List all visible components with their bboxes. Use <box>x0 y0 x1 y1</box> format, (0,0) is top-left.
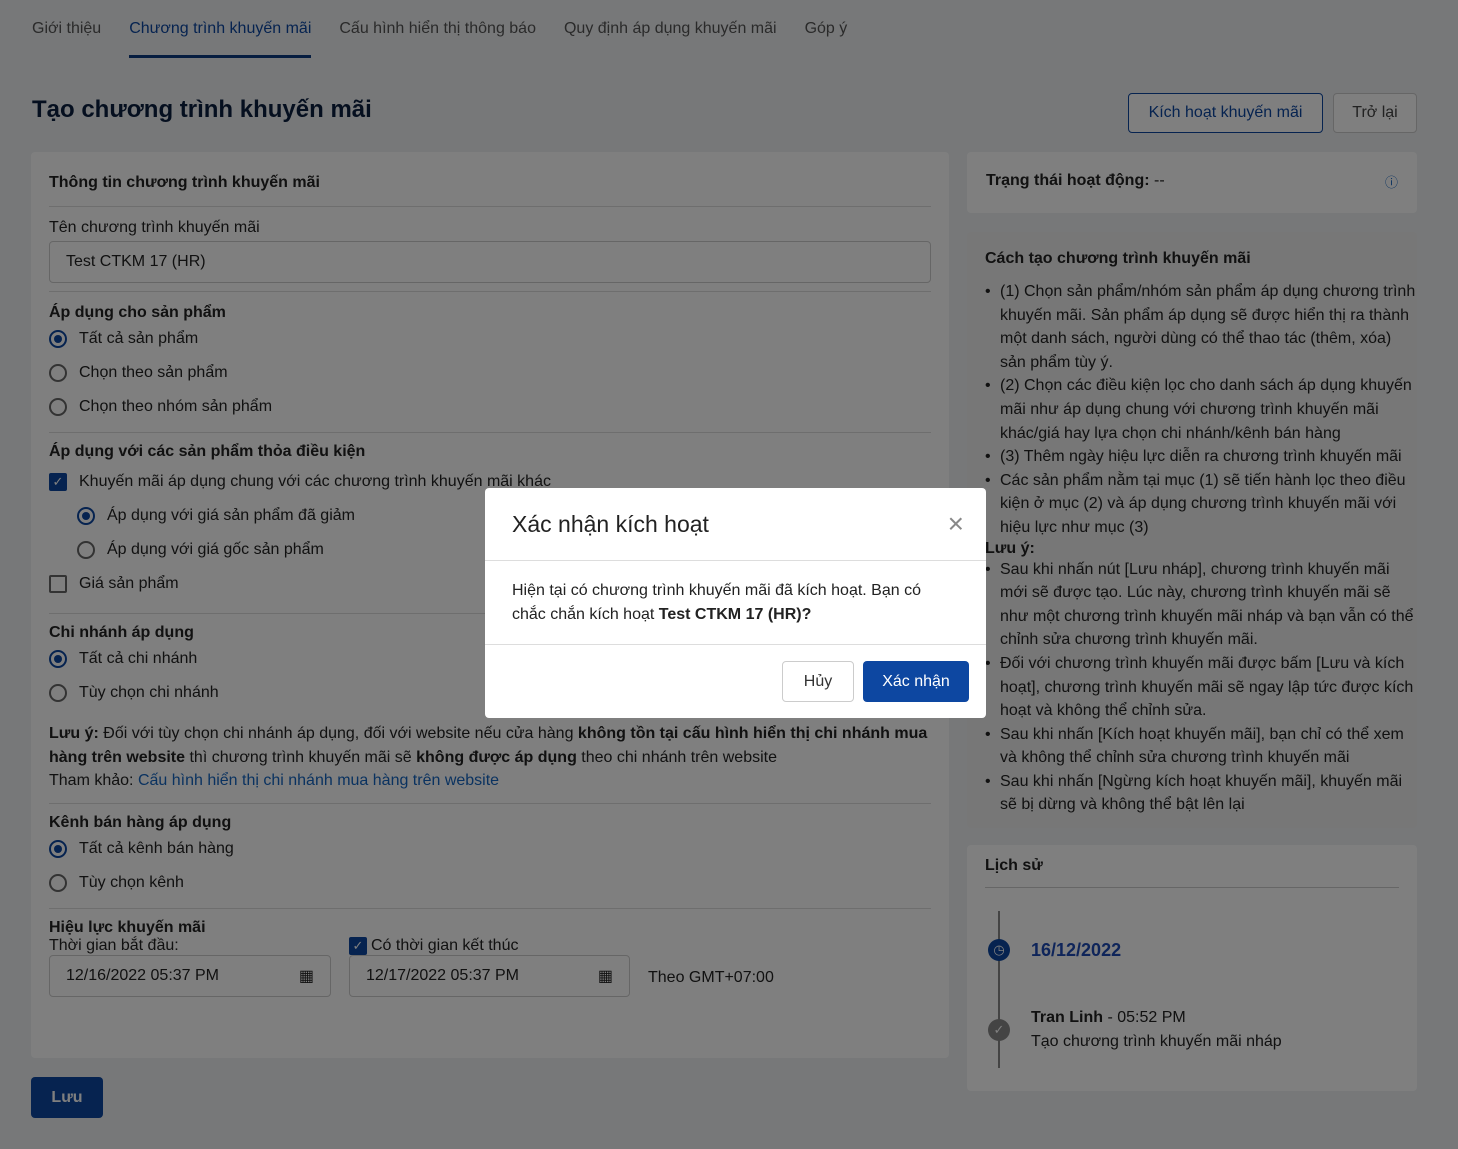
modal-title: Xác nhận kích hoạt <box>512 510 709 537</box>
cancel-button[interactable]: Hủy <box>782 661 854 702</box>
close-icon[interactable]: × <box>948 508 964 540</box>
modal-body: Hiện tại có chương trình khuyến mãi đã k… <box>485 561 986 645</box>
confirm-button[interactable]: Xác nhận <box>863 661 969 702</box>
confirm-activation-modal: Xác nhận kích hoạt × Hiện tại có chương … <box>485 488 986 718</box>
